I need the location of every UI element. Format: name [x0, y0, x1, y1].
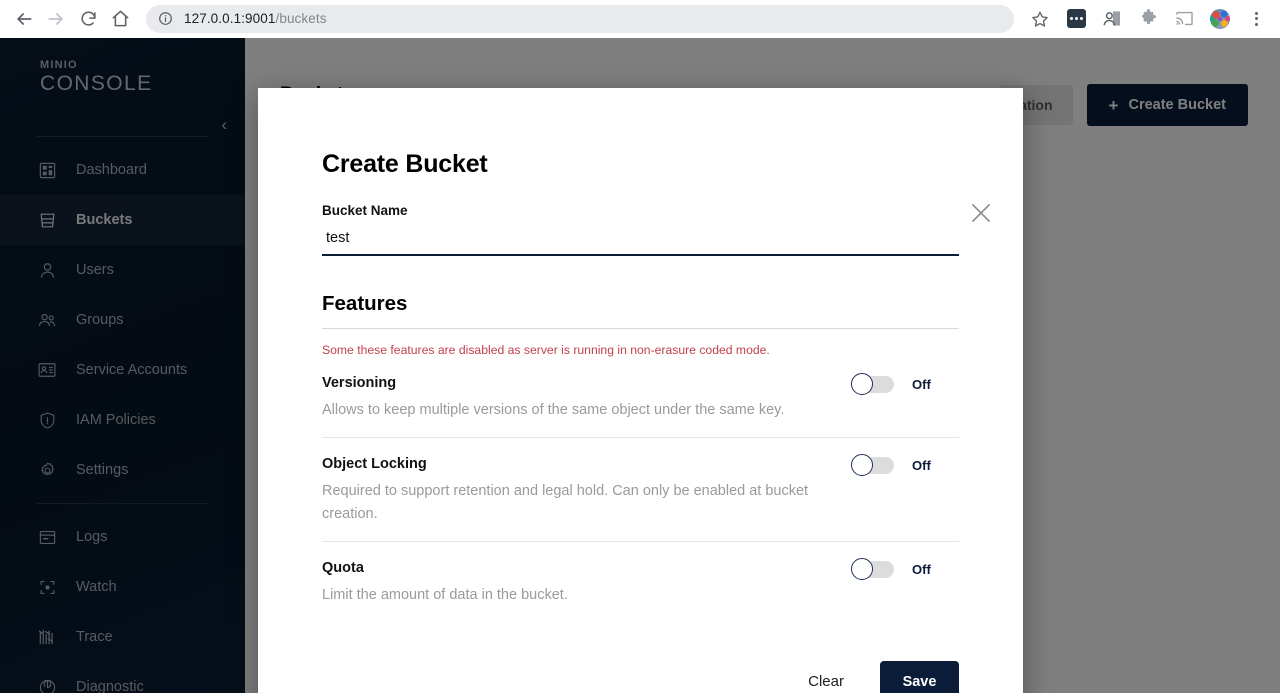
feature-description: Limit the amount of data in the bucket.: [322, 587, 568, 604]
feature-name: Object Locking: [322, 456, 427, 473]
feature-row-quota: Quota Limit the amount of data in the bu…: [322, 542, 959, 622]
home-button[interactable]: [104, 3, 136, 35]
feature-text: Object Locking Required to support reten…: [322, 456, 852, 525]
extension-dark-icon: [1066, 9, 1086, 28]
feature-control: Off: [851, 454, 934, 477]
bookmark-star-button[interactable]: [1025, 4, 1055, 34]
extension-dark-button[interactable]: [1061, 4, 1091, 34]
bucket-name-field[interactable]: [322, 229, 959, 256]
toggle-knob: [851, 373, 873, 395]
versioning-toggle[interactable]: [851, 373, 894, 395]
toggle-knob: [851, 454, 873, 477]
feature-text: Quota Limit the amount of data in the bu…: [322, 560, 852, 606]
star-icon: [1032, 11, 1048, 27]
cast-button[interactable]: [1169, 4, 1199, 34]
modal-footer: Clear Save: [322, 623, 959, 693]
extensions-puzzle-button[interactable]: [1133, 4, 1163, 34]
close-button[interactable]: [964, 196, 998, 230]
modal-title: Create Bucket: [322, 150, 488, 178]
versioning-state: Off: [912, 377, 931, 392]
site-info-icon[interactable]: [158, 11, 173, 26]
forward-button[interactable]: [40, 3, 72, 35]
app-viewport: Buckets ation + Create Bucket MINIO CONS…: [0, 38, 1280, 693]
features-divider: [322, 328, 959, 329]
modal-body: Create Bucket Bucket Name Features Some …: [258, 88, 1023, 693]
arrow-left-icon: [17, 12, 32, 25]
object-locking-state: Off: [912, 458, 931, 474]
close-icon: [972, 204, 990, 222]
extension-profile-button[interactable]: [1097, 4, 1127, 34]
feature-name: Versioning: [322, 375, 397, 391]
browser-toolbar: 127.0.0.1:9001/buckets: [0, 0, 1280, 38]
home-icon: [112, 10, 128, 27]
toggle-knob: [851, 558, 873, 581]
feature-control: Off: [851, 373, 934, 395]
feature-row-object-locking: Object Locking Required to support reten…: [322, 438, 959, 543]
quota-state: Off: [912, 562, 931, 578]
feature-row-versioning: Versioning Allows to keep multiple versi…: [322, 357, 959, 439]
feature-name: Quota: [322, 560, 364, 577]
browser-menu-button[interactable]: [1241, 4, 1271, 34]
quota-toggle[interactable]: [851, 558, 894, 581]
url-host: 127.0.0.1:9001: [184, 11, 276, 26]
save-button[interactable]: Save: [880, 660, 959, 693]
features-heading: Features: [322, 292, 408, 315]
back-button[interactable]: [8, 3, 40, 35]
reload-button[interactable]: [72, 3, 104, 35]
feature-text: Versioning Allows to keep multiple versi…: [322, 375, 852, 421]
extension-profile-icon: [1103, 11, 1120, 26]
kebab-menu-icon: [1254, 11, 1258, 26]
bucket-name-label: Bucket Name: [322, 203, 408, 218]
browser-toolbar-right: [1022, 4, 1280, 34]
features-warning-text: Some these features are disabled as serv…: [322, 343, 770, 357]
create-bucket-modal: Create Bucket Bucket Name Features Some …: [258, 88, 1023, 693]
bucket-name-input[interactable]: [326, 230, 959, 246]
arrow-right-icon: [48, 12, 63, 25]
feature-description: Allows to keep multiple versions of the …: [322, 402, 785, 418]
address-bar[interactable]: 127.0.0.1:9001/buckets: [146, 4, 1014, 33]
feature-control: Off: [851, 558, 934, 581]
address-bar-text: 127.0.0.1:9001/buckets: [184, 11, 327, 26]
feature-description: Required to support retention and legal …: [322, 483, 809, 522]
puzzle-icon: [1141, 9, 1156, 25]
avatar: [1210, 8, 1230, 29]
reload-icon: [80, 11, 96, 26]
profile-avatar-button[interactable]: [1205, 4, 1235, 34]
cast-icon: [1175, 11, 1193, 26]
url-path: /buckets: [275, 11, 327, 26]
object-locking-toggle[interactable]: [851, 454, 894, 477]
clear-button[interactable]: Clear: [794, 663, 858, 693]
